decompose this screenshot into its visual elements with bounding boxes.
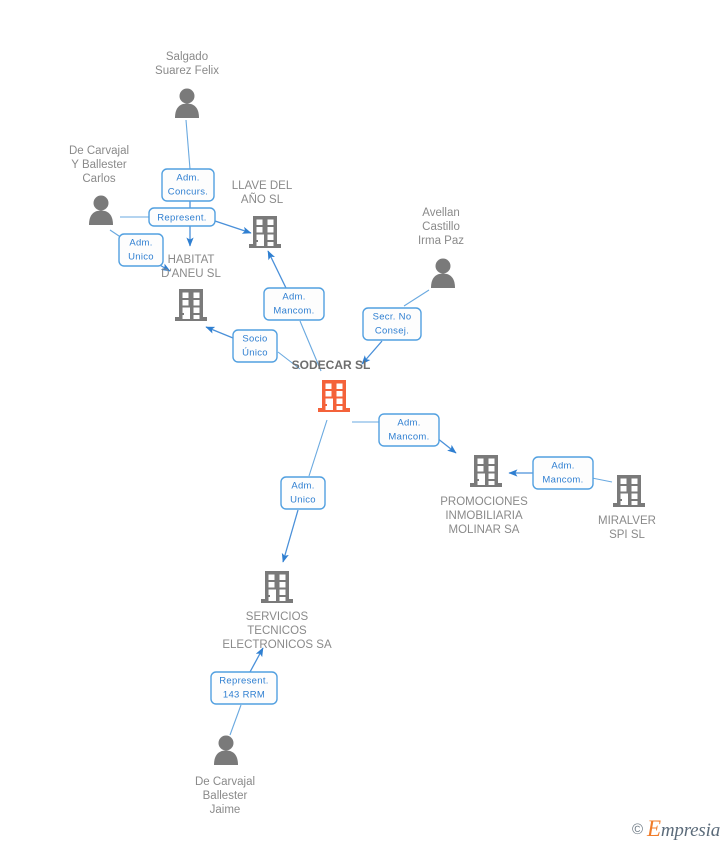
node-label: SERVICIOS — [246, 611, 309, 623]
relation-label: Adm. — [176, 173, 199, 184]
relation-label: Mancom. — [542, 475, 583, 486]
edge-miralver-admmancom3 — [591, 477, 613, 483]
relation-label: Adm. — [551, 461, 574, 472]
relation-represent[interactable]: Represent. — [148, 207, 216, 227]
edge-admmancom1-llave — [267, 250, 287, 289]
building-icon — [613, 475, 645, 507]
relation-label: 143 RRM — [223, 690, 265, 701]
relation-adm-concurs[interactable]: Adm. Concurs. — [161, 168, 215, 202]
edge-represent143-servicios — [249, 647, 264, 673]
node-label: MOLINAR SA — [449, 524, 520, 536]
node-label: SPI SL — [609, 529, 645, 541]
relation-label: Socio — [242, 334, 267, 345]
node-habitat-daneu-sl[interactable]: HABITAT D'ANEU SL — [161, 254, 221, 321]
brand-initial: E — [647, 816, 661, 841]
node-label: Irma Paz — [418, 235, 464, 247]
relation-adm-mancom-miralver[interactable]: Adm. Mancom. — [532, 456, 594, 490]
person-icon — [431, 258, 455, 288]
edge-represent-llave — [214, 220, 252, 234]
building-icon — [318, 380, 350, 412]
relation-adm-mancom-llave[interactable]: Adm. Mancom. — [263, 287, 325, 321]
node-miralver-spi-sl[interactable]: MIRALVER SPI SL — [598, 475, 656, 541]
node-label: TECNICOS — [247, 625, 307, 637]
edge-salgado-admconcurs — [185, 119, 191, 170]
relation-label: Mancom. — [273, 306, 314, 317]
copyright-icon: © — [631, 820, 644, 838]
relation-label: Secr. No — [373, 312, 412, 323]
node-label: HABITAT — [168, 254, 215, 266]
edge-avellan-secrnoconsej — [403, 289, 430, 307]
relation-label: Represent. — [219, 676, 268, 687]
relation-label: Adm. — [291, 481, 314, 492]
building-icon — [470, 455, 502, 487]
node-label: Jaime — [210, 804, 241, 816]
edge-sociounico-habitat — [205, 326, 234, 339]
node-de-carvajal-ballester-jaime[interactable]: De Carvajal Ballester Jaime — [195, 735, 255, 817]
node-label: Carlos — [82, 173, 115, 185]
relation-label: Unico — [290, 495, 316, 506]
node-label: Avellan — [422, 207, 460, 219]
node-label: Ballester — [203, 790, 248, 802]
relation-label: Unico — [128, 252, 154, 263]
relation-adm-mancom-promociones[interactable]: Adm. Mancom. — [378, 413, 440, 447]
node-avellan-castillo-irma-paz[interactable]: Avellan Castillo Irma Paz — [418, 207, 464, 288]
brand-rest: mpresia — [660, 820, 720, 841]
watermark: © Empresia — [632, 816, 720, 842]
node-label: AÑO SL — [241, 193, 284, 206]
node-label: LLAVE DEL — [232, 180, 293, 192]
node-label: De Carvajal — [69, 145, 129, 157]
node-label: PROMOCIONES — [440, 496, 528, 508]
relation-label: Adm. — [129, 238, 152, 249]
node-label: INMOBILIARIA — [445, 510, 523, 522]
person-icon — [175, 88, 199, 118]
node-label: Castillo — [422, 221, 460, 233]
person-icon — [89, 195, 113, 225]
brand-logo: Empresia — [647, 816, 720, 842]
relation-label: Mancom. — [388, 432, 429, 443]
relation-secr-no-consej[interactable]: Secr. No Consej. — [362, 307, 422, 341]
relation-label: Represent. — [157, 213, 206, 224]
person-icon — [214, 735, 238, 765]
node-label: MIRALVER — [598, 515, 656, 527]
relation-label: Único — [242, 348, 268, 359]
relation-socio-unico[interactable]: Socio Único — [232, 329, 278, 363]
node-label: D'ANEU SL — [161, 268, 221, 280]
relation-label: Consej. — [375, 326, 409, 337]
edge-carvajalj-represent143 — [229, 704, 242, 736]
node-servicios-tecnicos-electronicos-sa[interactable]: SERVICIOS TECNICOS ELECTRONICOS SA — [222, 571, 332, 651]
page-title: SODECAR SL — [292, 358, 371, 372]
building-icon — [175, 289, 207, 321]
relation-adm-unico-habitat[interactable]: Adm. Unico — [118, 233, 164, 267]
node-label: Suarez Felix — [155, 65, 219, 77]
node-label: Salgado — [166, 51, 208, 63]
node-label: Y Ballester — [71, 159, 127, 171]
edge-admmancom2-promociones — [436, 437, 457, 454]
relation-adm-unico-servicios[interactable]: Adm. Unico — [280, 476, 326, 510]
building-icon — [249, 216, 281, 248]
node-salgado-suarez-felix[interactable]: Salgado Suarez Felix — [155, 51, 219, 118]
relation-label: Adm. — [282, 292, 305, 303]
edge-sodecar-admunico2 — [308, 419, 328, 477]
relationship-diagram: Salgado Suarez Felix De Carvajal Y Balle… — [69, 51, 656, 816]
relation-represent-143-rrm[interactable]: Represent. 143 RRM — [210, 671, 278, 705]
node-layer: Salgado Suarez Felix De Carvajal Y Balle… — [69, 51, 656, 816]
edge-admunico2-servicios — [281, 509, 299, 563]
relation-label: Concurs. — [168, 187, 208, 198]
relation-label: Adm. — [397, 418, 420, 429]
node-promociones-inmobiliaria-molinar-sa[interactable]: PROMOCIONES INMOBILIARIA MOLINAR SA — [440, 455, 528, 536]
relation-layer: Adm. Concurs. Represent. Adm. Unico Adm.… — [118, 168, 594, 705]
node-de-carvajal-y-ballester-carlos[interactable]: De Carvajal Y Ballester Carlos — [69, 145, 129, 225]
building-icon — [261, 571, 293, 603]
node-sodecar-sl[interactable]: SODECAR SL — [292, 358, 371, 412]
node-label: ELECTRONICOS SA — [222, 639, 332, 651]
node-llave-del-ano-sl[interactable]: LLAVE DEL AÑO SL — [232, 180, 293, 248]
node-label: De Carvajal — [195, 776, 255, 788]
